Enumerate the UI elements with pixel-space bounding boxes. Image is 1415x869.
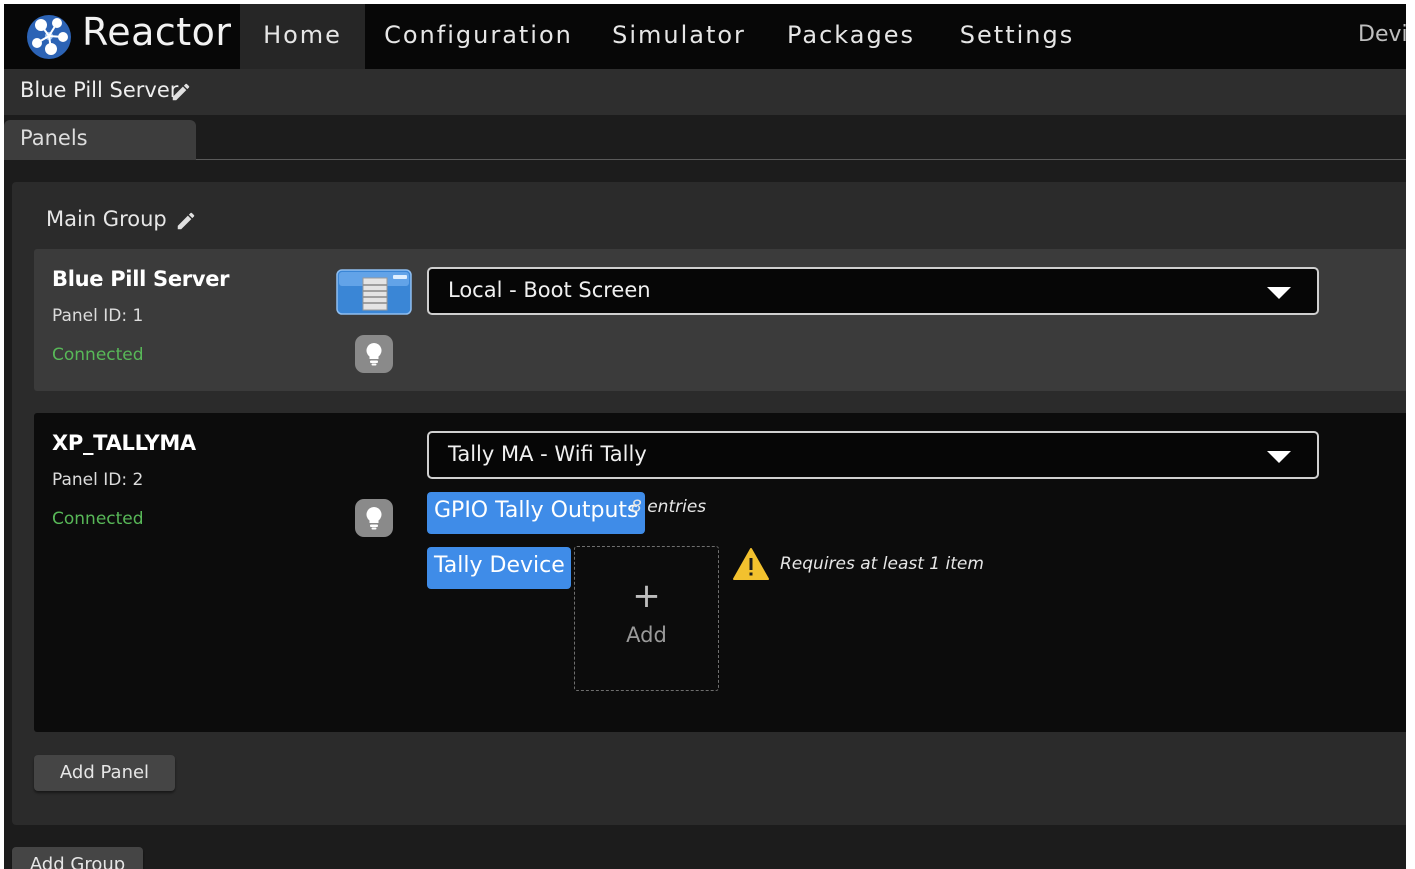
connection-status: Connected <box>52 509 144 529</box>
tally-device-chip[interactable]: Tally Device <box>427 547 571 589</box>
nav-configuration[interactable]: Configuration <box>377 4 580 69</box>
top-navigation: Reactor Home Configuration Simulator Pac… <box>4 4 1406 69</box>
tab-panels[interactable]: Panels <box>4 120 196 160</box>
add-group-button[interactable]: Add Group <box>12 847 143 869</box>
brand-name: Reactor <box>82 10 232 54</box>
identify-button[interactable] <box>355 335 393 373</box>
warning-icon <box>733 548 769 580</box>
server-icon <box>336 269 412 315</box>
panel-card: Blue Pill Server Panel ID: 1 Connected L… <box>34 249 1406 391</box>
nav-packages[interactable]: Packages <box>780 4 922 69</box>
server-title-bar: Blue Pill Server <box>4 69 1406 115</box>
nav-settings[interactable]: Settings <box>950 4 1084 69</box>
chevron-down-icon <box>1267 287 1291 299</box>
panel-id: Panel ID: 2 <box>52 470 144 490</box>
entries-count: 8 entries <box>631 497 707 517</box>
panel-name: Blue Pill Server <box>52 267 230 291</box>
requirement-warning: Requires at least 1 item <box>780 554 984 574</box>
nav-simulator[interactable]: Simulator <box>606 4 752 69</box>
identify-button[interactable] <box>355 499 393 537</box>
panel-card: XP_TALLYMA Panel ID: 2 Connected Tally M… <box>34 413 1406 732</box>
add-item-button[interactable]: + Add <box>574 546 719 691</box>
panel-name: XP_TALLYMA <box>52 431 196 455</box>
server-title: Blue Pill Server <box>20 78 179 102</box>
add-panel-button[interactable]: Add Panel <box>34 755 175 791</box>
nav-devices-partial[interactable]: Devi <box>1358 4 1406 69</box>
pencil-icon[interactable] <box>170 81 192 103</box>
reactor-logo-icon <box>27 15 71 59</box>
config-select[interactable]: Local - Boot Screen <box>427 267 1319 315</box>
lightbulb-icon <box>366 507 382 530</box>
group-card: Main Group Blue Pill Server Panel ID: 1 … <box>12 182 1406 825</box>
config-select-value: Tally MA - Wifi Tally <box>448 442 647 466</box>
plus-icon: + <box>632 576 661 616</box>
group-title: Main Group <box>46 207 167 231</box>
panel-id: Panel ID: 1 <box>52 306 144 326</box>
connection-status: Connected <box>52 345 144 365</box>
config-select[interactable]: Tally MA - Wifi Tally <box>427 431 1319 479</box>
gpio-tally-outputs-chip[interactable]: GPIO Tally Outputs <box>427 492 645 534</box>
add-label: Add <box>626 623 667 647</box>
brand-logo[interactable]: Reactor <box>4 4 240 69</box>
config-select-value: Local - Boot Screen <box>448 278 651 302</box>
lightbulb-icon <box>366 343 382 366</box>
nav-home[interactable]: Home <box>240 4 365 69</box>
tab-bar: Panels <box>4 115 1406 160</box>
chevron-down-icon <box>1267 451 1291 463</box>
app-window: Reactor Home Configuration Simulator Pac… <box>4 4 1406 869</box>
pencil-icon[interactable] <box>175 210 197 232</box>
